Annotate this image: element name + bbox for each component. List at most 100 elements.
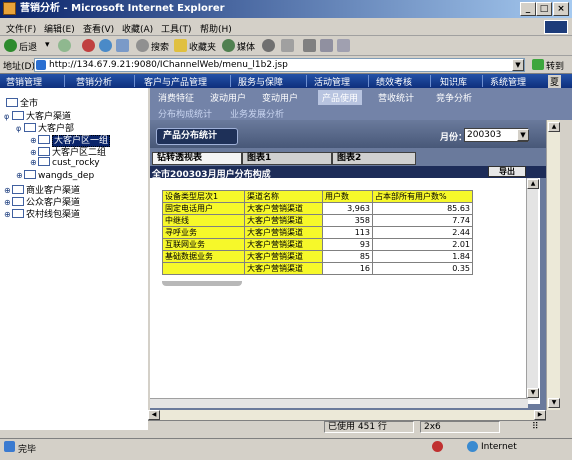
search-icon[interactable] <box>136 39 149 52</box>
nav-campaigns[interactable]: 活动管理 <box>314 75 350 88</box>
address-dropdown-icon[interactable]: ▼ <box>512 59 524 71</box>
discuss-icon[interactable] <box>337 39 350 52</box>
cell-device-type[interactable] <box>162 262 245 275</box>
subnav-fluctuating-users[interactable]: 波动用户 <box>210 91 246 104</box>
cell-device-type[interactable]: 寻呼业务 <box>162 226 245 239</box>
grid-scroll-down-icon[interactable]: ▼ <box>527 388 539 398</box>
nav-system[interactable]: 系统管理 <box>490 75 526 88</box>
cell-device-type[interactable]: 固定电话用户 <box>162 202 245 215</box>
expand-icon[interactable]: ⊕ <box>16 171 24 180</box>
favorites-button[interactable]: 收藏夹 <box>189 40 216 53</box>
cell-device-type[interactable]: 中继线 <box>162 214 245 227</box>
tree-item-wangds-dep[interactable]: ⊕ wangds_dep <box>16 170 94 181</box>
grid-vertical-scrollbar[interactable] <box>526 178 538 400</box>
menu-tools[interactable]: 工具(T) <box>161 22 192 35</box>
folder-icon <box>38 157 50 166</box>
expand-icon[interactable]: ⊕ <box>30 158 38 167</box>
menu-file[interactable]: 文件(F) <box>6 22 36 35</box>
month-dropdown-icon[interactable]: ▼ <box>517 129 529 141</box>
edit-icon[interactable] <box>320 39 333 52</box>
table-row: 互联网业务 大客户营销渠道 93 2.01 <box>162 238 473 251</box>
nav-customer-product[interactable]: 客户与产品管理 <box>144 75 207 88</box>
search-button[interactable]: 搜索 <box>151 40 169 53</box>
subnav-business-growth[interactable]: 业务发展分析 <box>230 107 284 120</box>
media-icon[interactable] <box>222 39 235 52</box>
nav-more[interactable]: 夏 <box>548 75 562 88</box>
col-header-user-count[interactable]: 用户数 <box>322 190 373 203</box>
product-distribution-button[interactable]: 产品分布统计 <box>156 128 238 145</box>
tab-chart-2[interactable]: 图表2 <box>332 152 416 165</box>
menu-favorites[interactable]: 收藏(A) <box>122 22 153 35</box>
history-icon[interactable] <box>262 39 275 52</box>
back-arrow-icon[interactable] <box>4 39 17 52</box>
mail-icon[interactable] <box>281 39 294 52</box>
col-header-device-type[interactable]: 设备类型层次1 <box>162 190 245 203</box>
nav-separator <box>306 75 307 87</box>
collapse-icon[interactable]: φ <box>4 112 12 121</box>
stop-icon[interactable] <box>82 39 95 52</box>
back-dropdown-icon[interactable]: ▾ <box>45 40 50 50</box>
subnav-revenue[interactable]: 营收统计 <box>378 91 414 104</box>
nav-performance[interactable]: 绩效考核 <box>376 75 412 88</box>
close-button[interactable]: × <box>553 2 569 16</box>
minimize-button[interactable]: _ <box>520 2 536 16</box>
maximize-button[interactable]: □ <box>536 2 552 16</box>
cell-channel[interactable]: 大客户营销渠道 <box>244 262 323 275</box>
tree-item-cust-rocky[interactable]: ⊕ cust_rocky <box>30 157 100 168</box>
resize-grip-icon[interactable]: ⠿ <box>532 422 539 432</box>
cell-channel[interactable]: 大客户营销渠道 <box>244 202 323 215</box>
subnav-changed-users[interactable]: 变动用户 <box>262 91 298 104</box>
expand-icon[interactable]: ⊕ <box>30 136 38 145</box>
subnav-consumption[interactable]: 消费特征 <box>158 91 194 104</box>
tab-pivot-table[interactable]: 钻转透视表 <box>152 152 242 165</box>
go-arrow-icon[interactable] <box>532 59 544 70</box>
subnav-competition[interactable]: 竞争分析 <box>436 91 472 104</box>
go-button[interactable]: 转到 <box>546 59 564 72</box>
menu-edit[interactable]: 编辑(E) <box>44 22 75 35</box>
cell-channel[interactable]: 大客户营销渠道 <box>244 226 323 239</box>
print-icon[interactable] <box>303 39 316 52</box>
cell-device-type[interactable]: 基础数据业务 <box>162 250 245 263</box>
month-label: 月份： <box>440 133 468 143</box>
expand-icon[interactable]: ⊕ <box>30 148 38 157</box>
grid-horizontal-scrollbar[interactable] <box>150 398 528 408</box>
scroll-left-icon[interactable]: ◀ <box>148 410 160 420</box>
tree-item-rural[interactable]: ⊕ 农村线包渠道 <box>4 207 80 220</box>
back-button[interactable]: 后退 <box>19 40 37 53</box>
export-button[interactable]: 导出 <box>488 166 526 177</box>
nav-service[interactable]: 服务与保障 <box>238 75 283 88</box>
forward-arrow-icon[interactable] <box>58 39 71 52</box>
favorites-icon[interactable] <box>174 39 187 52</box>
subnav-product-usage[interactable]: 产品使用 <box>318 90 363 105</box>
col-header-channel[interactable]: 渠道名称 <box>244 190 323 203</box>
expand-icon[interactable]: ⊕ <box>4 198 12 207</box>
page-vertical-scrollbar[interactable] <box>546 120 560 410</box>
home-icon[interactable] <box>116 39 129 52</box>
tree-item-root[interactable]: 全市 <box>6 96 38 109</box>
grid-scroll-up-icon[interactable]: ▲ <box>527 179 539 189</box>
media-button[interactable]: 媒体 <box>237 40 255 53</box>
tab-chart-1[interactable]: 图表1 <box>242 152 332 165</box>
address-input[interactable]: http://134.67.9.21:9080/IChannelWeb/menu… <box>34 58 525 72</box>
expand-icon[interactable]: ⊕ <box>4 210 12 219</box>
page-done-icon <box>4 441 15 452</box>
nav-marketing-mgmt[interactable]: 营销管理 <box>6 75 42 88</box>
col-header-percent[interactable]: 占本部所有用户数% <box>372 190 473 203</box>
scroll-down-icon[interactable]: ▼ <box>548 398 560 408</box>
scroll-right-icon[interactable]: ▶ <box>534 410 546 420</box>
cell-device-type[interactable]: 互联网业务 <box>162 238 245 251</box>
menu-view[interactable]: 查看(V) <box>83 22 114 35</box>
nav-marketing-analysis[interactable]: 营销分析 <box>76 75 112 88</box>
collapse-icon[interactable]: φ <box>16 124 24 133</box>
cell-channel[interactable]: 大客户营销渠道 <box>244 214 323 227</box>
refresh-icon[interactable] <box>99 39 112 52</box>
cell-channel[interactable]: 大客户营销渠道 <box>244 238 323 251</box>
cell-channel[interactable]: 大客户营销渠道 <box>244 250 323 263</box>
menu-help[interactable]: 帮助(H) <box>200 22 232 35</box>
page-horizontal-scrollbar[interactable] <box>148 410 546 420</box>
scroll-up-icon[interactable]: ▲ <box>548 122 560 132</box>
folder-icon <box>6 98 18 107</box>
expand-icon[interactable]: ⊕ <box>4 186 12 195</box>
subnav-distribution-stats[interactable]: 分布构成统计 <box>158 107 212 120</box>
nav-knowledge[interactable]: 知识库 <box>440 75 467 88</box>
